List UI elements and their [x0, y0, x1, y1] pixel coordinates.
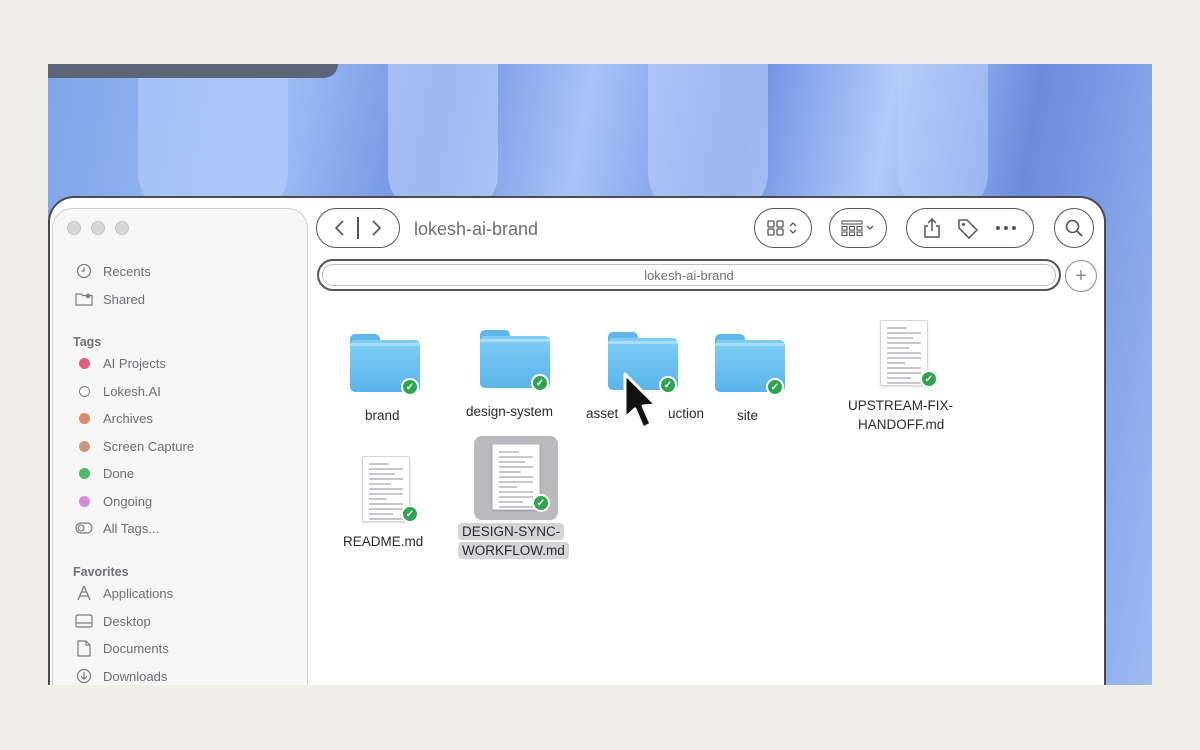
file-name-line1: UPSTREAM-FIX-	[848, 398, 954, 413]
sync-check-icon: ✓	[532, 494, 550, 512]
search-icon	[1064, 218, 1084, 238]
share-icon[interactable]	[923, 217, 941, 239]
clock-icon	[75, 262, 93, 280]
all-tags-icon	[75, 519, 93, 537]
sidebar-item-applications[interactable]: Applications	[75, 583, 173, 603]
tag-color-dot	[75, 382, 93, 400]
wallpaper-band	[648, 64, 768, 214]
nav-buttons	[316, 208, 400, 248]
group-by-button[interactable]	[829, 208, 887, 248]
wallpaper-band	[898, 64, 988, 214]
close-button[interactable]	[67, 221, 81, 235]
plus-icon: +	[1075, 264, 1087, 287]
tag-icon[interactable]	[957, 217, 979, 239]
window-title: lokesh-ai-brand	[414, 219, 539, 239]
favorites-header: Favorites	[73, 565, 129, 579]
file-name: README.md	[343, 534, 424, 549]
file-name-end: uction	[668, 406, 705, 421]
sidebar-item-label: Archives	[103, 410, 153, 426]
divider	[357, 217, 359, 239]
sidebar-item-desktop[interactable]: Desktop	[75, 611, 151, 631]
sync-check-icon: ✓	[766, 378, 784, 396]
file-name: brand	[365, 408, 400, 423]
file-name-line2: WORKFLOW.md	[458, 542, 569, 559]
path-bar-text: lokesh-ai-brand	[644, 267, 734, 283]
sidebar-tag-done[interactable]: Done	[75, 463, 134, 483]
sidebar-item-label: Done	[103, 465, 135, 481]
wallpaper-band	[388, 64, 498, 214]
sidebar-tag-ongoing[interactable]: Ongoing	[75, 491, 152, 511]
sidebar-item-label: All Tags...	[103, 520, 160, 536]
sidebar-tag-screen-capture[interactable]: Screen Capture	[75, 436, 194, 456]
sidebar-tag-archives[interactable]: Archives	[75, 408, 153, 428]
sidebar-item-label: Applications	[103, 585, 174, 601]
sidebar-item-label: Recents	[103, 263, 151, 279]
group-grid-icon	[841, 219, 875, 237]
file-name: design-system	[466, 404, 554, 419]
finder-window: Recents Shared Tags AI Projects Lokesh.A…	[48, 196, 1106, 685]
sidebar-item-label: Downloads	[103, 668, 168, 684]
sidebar-item-recents[interactable]: Recents	[75, 261, 151, 281]
tags-header: Tags	[73, 335, 102, 349]
file-name: site	[737, 408, 759, 423]
tag-color-dot	[75, 437, 93, 455]
menu-bar-edge	[48, 64, 338, 78]
sidebar-item-documents[interactable]: Documents	[75, 638, 169, 658]
sidebar-item-label: Screen Capture	[103, 438, 195, 454]
sidebar-item-label: Ongoing	[103, 493, 153, 509]
window-controls	[67, 221, 129, 235]
wallpaper-band	[138, 64, 288, 214]
minimize-button[interactable]	[91, 221, 105, 235]
forward-button[interactable]	[369, 219, 383, 237]
sidebar-item-shared[interactable]: Shared	[75, 289, 145, 309]
grid-icon	[766, 219, 800, 237]
search-button[interactable]	[1054, 208, 1094, 248]
sidebar-tag-ai-projects[interactable]: AI Projects	[75, 353, 166, 373]
sidebar-item-label: Lokesh.AI	[103, 383, 161, 399]
sidebar-tag-lokesh-ai[interactable]: Lokesh.AI	[75, 381, 161, 401]
tag-color-dot	[75, 409, 93, 427]
mouse-cursor-icon	[622, 372, 658, 443]
sidebar-item-label: Desktop	[103, 613, 151, 629]
add-tab-button[interactable]: +	[1065, 260, 1097, 292]
sidebar-item-label: AI Projects	[103, 355, 166, 371]
back-button[interactable]	[333, 219, 347, 237]
desktop-icon	[75, 612, 93, 630]
file-name-line1: DESIGN-SYNC-	[458, 523, 565, 540]
tag-color-dot	[75, 464, 93, 482]
actions-group	[906, 208, 1034, 248]
file-name-start: asset	[586, 406, 619, 421]
sync-check-icon: ✓	[401, 378, 419, 396]
sync-check-icon: ✓	[531, 374, 549, 392]
zoom-button[interactable]	[115, 221, 129, 235]
sync-check-icon: ✓	[659, 376, 677, 394]
more-icon[interactable]	[995, 225, 1017, 231]
tag-color-dot	[75, 492, 93, 510]
sidebar-all-tags[interactable]: All Tags...	[75, 518, 159, 538]
applications-icon	[75, 584, 93, 602]
download-icon	[75, 667, 93, 685]
sync-check-icon: ✓	[401, 505, 419, 523]
path-bar[interactable]: lokesh-ai-brand	[317, 259, 1061, 291]
sidebar-item-label: Documents	[103, 640, 169, 656]
file-name-line2: HANDOFF.md	[858, 417, 945, 432]
view-mode-button[interactable]	[754, 208, 812, 248]
sidebar-item-downloads[interactable]: Downloads	[75, 666, 167, 685]
document-icon	[75, 639, 93, 657]
tag-color-dot	[75, 354, 93, 372]
sidebar-item-label: Shared	[103, 291, 145, 307]
sidebar: Recents Shared Tags AI Projects Lokesh.A…	[52, 208, 308, 685]
sync-check-icon: ✓	[920, 370, 938, 388]
shared-folder-icon	[75, 290, 93, 308]
